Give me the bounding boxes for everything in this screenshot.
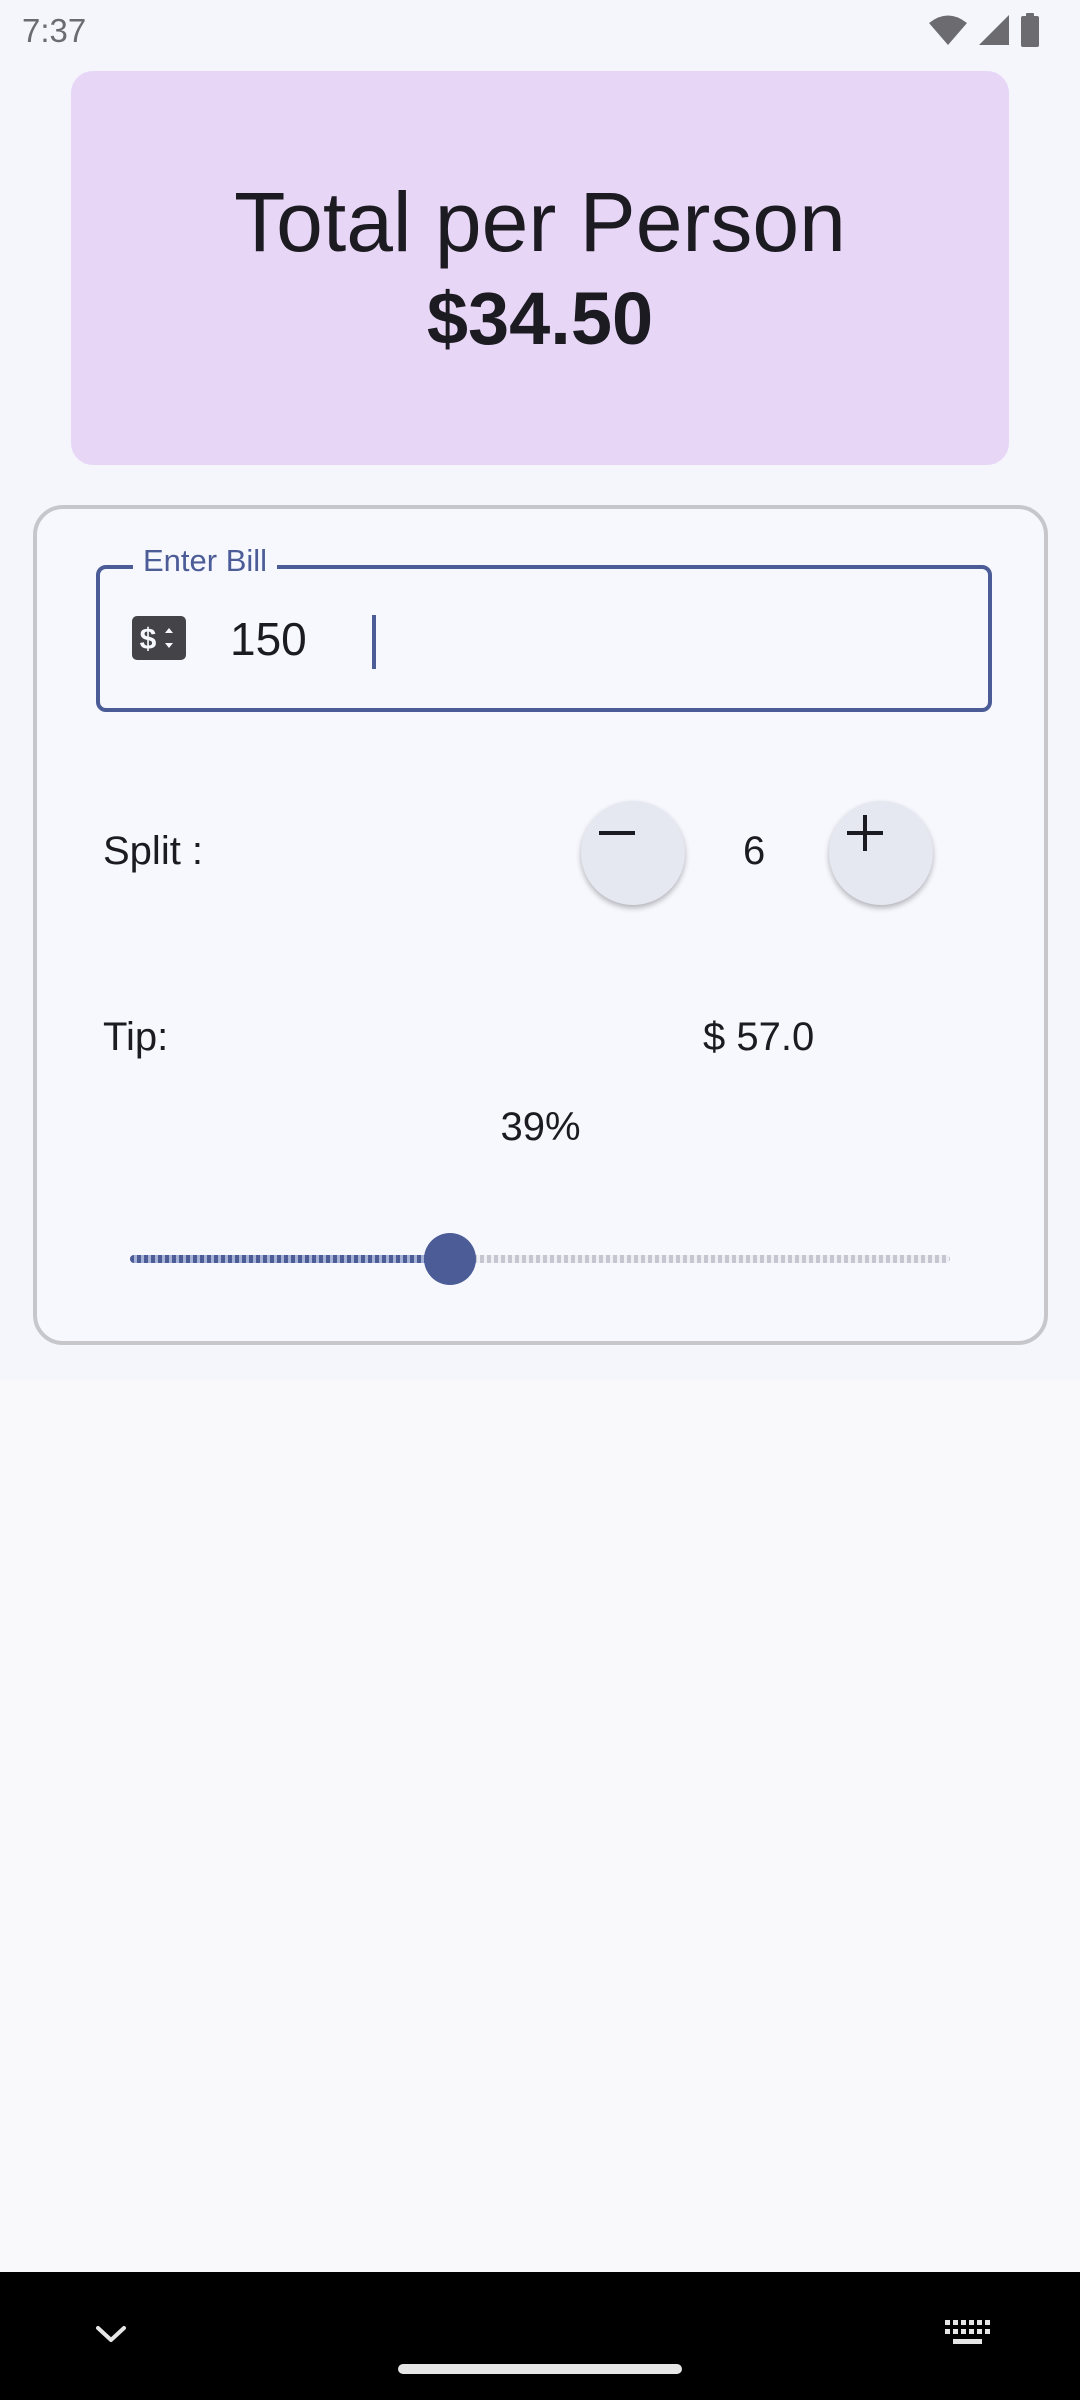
slider-thumb[interactable]: [423, 1233, 476, 1285]
chevron-down-icon[interactable]: [94, 2322, 128, 2346]
keyboard-icon[interactable]: [944, 2318, 990, 2348]
tip-amount: $ 57.0: [703, 1015, 815, 1059]
slider-track-active: [130, 1255, 450, 1263]
status-icons: [928, 12, 1040, 48]
tip-slider[interactable]: [130, 1229, 950, 1289]
minus-icon: [599, 831, 635, 835]
tip-label: Tip:: [103, 1015, 169, 1059]
signal-icon: [979, 15, 1009, 45]
split-label: Split :: [103, 829, 204, 873]
enter-bill-field[interactable]: Enter Bill $: [96, 543, 992, 712]
split-count: 6: [743, 829, 766, 873]
status-bar: 7:37: [0, 0, 1080, 62]
battery-icon: [1021, 13, 1039, 47]
decrease-split-button[interactable]: [581, 801, 685, 905]
bill-form-card: Enter Bill $ Split : 6 Tip: $ 57.0 39%: [33, 505, 1048, 1345]
bill-amount-input[interactable]: [230, 611, 930, 667]
status-time: 7:37: [22, 12, 87, 49]
total-per-person-label: Total per Person: [234, 175, 846, 270]
enter-bill-label: Enter Bill: [133, 543, 278, 579]
navigation-bar: [0, 2272, 1080, 2400]
increase-split-button[interactable]: [829, 801, 933, 905]
tip-percent-label: 39%: [500, 1105, 581, 1149]
total-per-person-amount: $34.50: [426, 277, 654, 360]
dollar-sign-icon: $: [132, 616, 186, 660]
home-handle[interactable]: [398, 2364, 682, 2374]
svg-text:$: $: [140, 623, 157, 656]
wifi-icon: [929, 15, 967, 45]
text-cursor: [372, 615, 376, 669]
total-per-person-card: Total per Person $34.50: [71, 71, 1009, 465]
plus-icon: [847, 815, 883, 851]
